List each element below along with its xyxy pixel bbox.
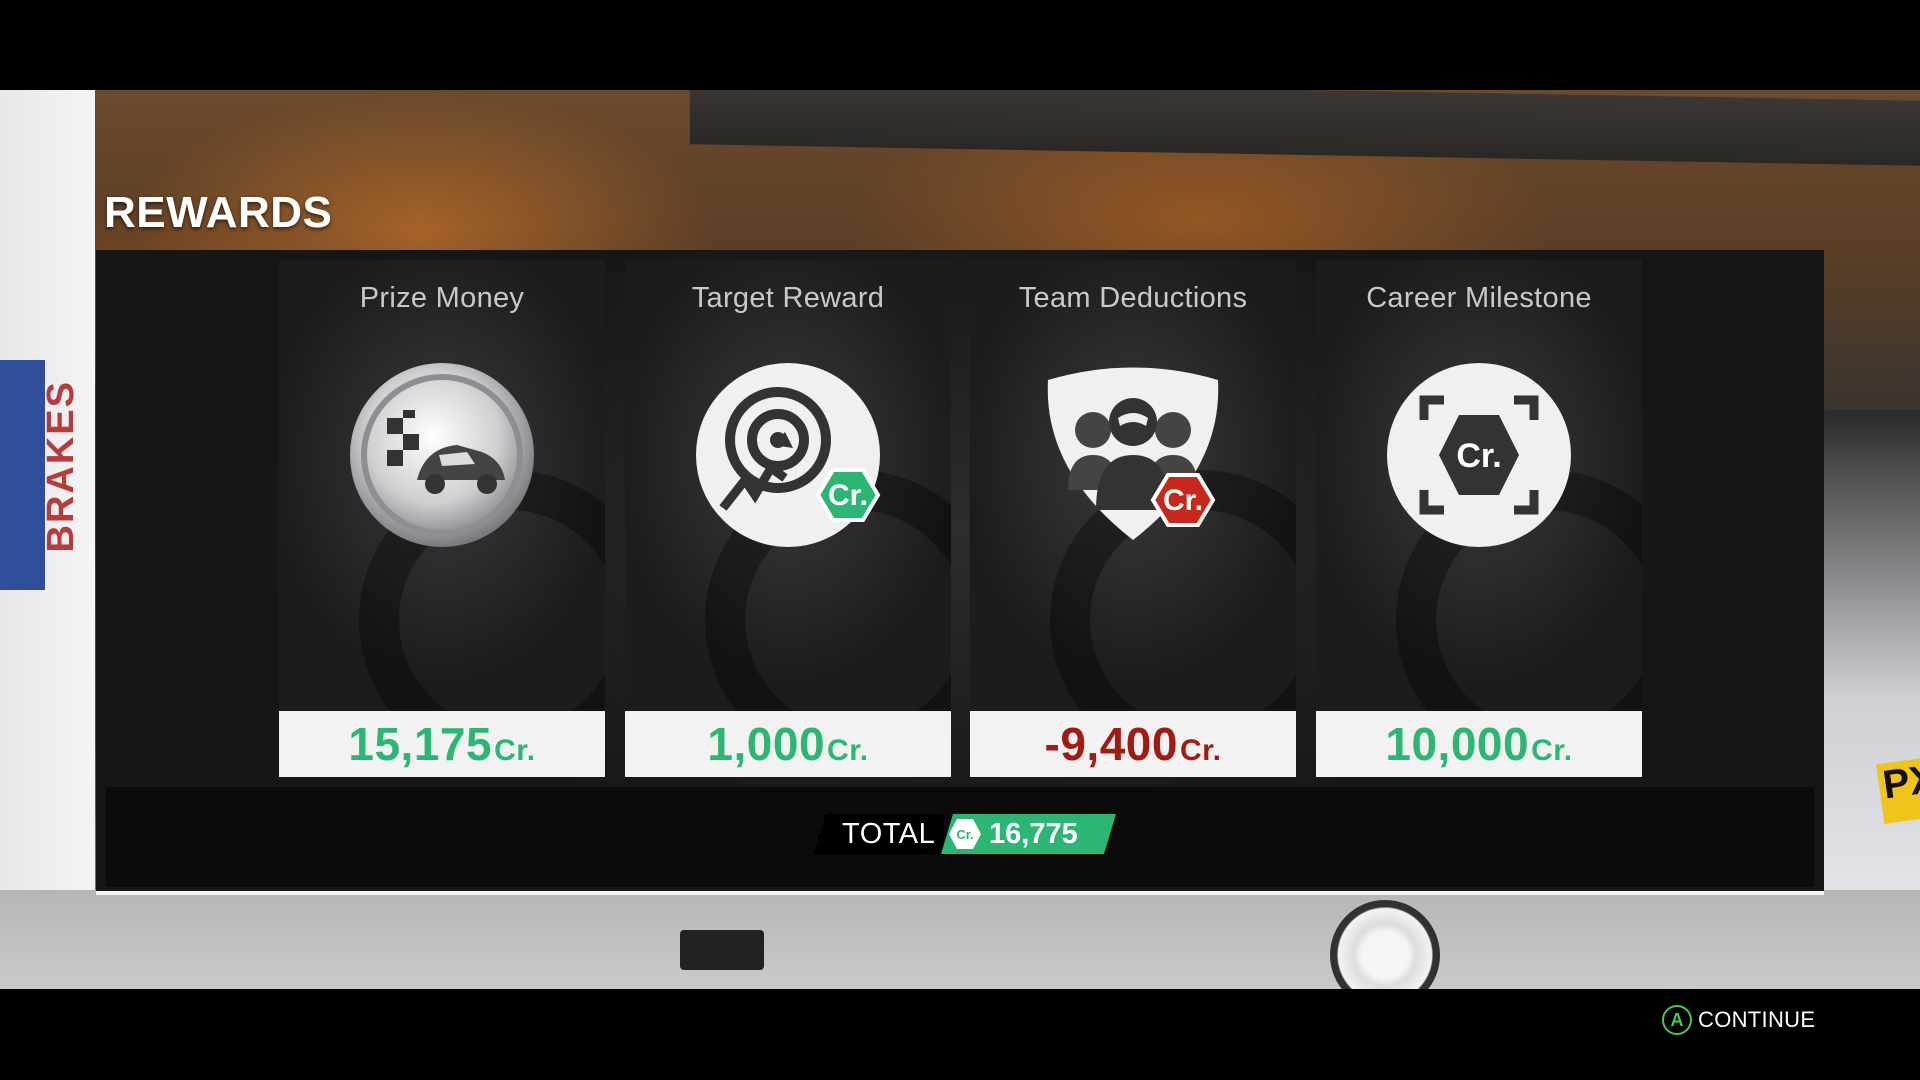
reward-card-target-reward: Target Reward Cr. 1,000Cr. bbox=[625, 260, 951, 777]
reward-label: Prize Money bbox=[359, 282, 525, 314]
canopy bbox=[690, 90, 1920, 166]
reward-value-box: -9,400Cr. bbox=[970, 711, 1296, 777]
reward-label: Team Deductions bbox=[1018, 282, 1248, 314]
total-bar: TOTAL Cr. 16,775 bbox=[106, 787, 1814, 887]
banner-logo bbox=[0, 360, 45, 590]
total-label: TOTAL bbox=[842, 818, 936, 850]
svg-text:Cr.: Cr. bbox=[956, 827, 973, 842]
bollard bbox=[680, 930, 764, 970]
credits-badge-icon: Cr. bbox=[949, 819, 981, 849]
target-reward-icon: Cr. bbox=[696, 363, 881, 547]
reward-label: Career Milestone bbox=[1366, 282, 1592, 314]
letterbox-top bbox=[0, 0, 1920, 90]
reward-card-career-milestone: Career Milestone Cr. 10,000Cr. bbox=[1316, 260, 1642, 777]
reward-value: 10,000Cr. bbox=[1385, 718, 1573, 770]
a-button-icon: A bbox=[1662, 1005, 1692, 1035]
reward-value: -9,400Cr. bbox=[1044, 718, 1222, 770]
svg-text:Cr.: Cr. bbox=[1163, 484, 1203, 517]
prize-money-icon bbox=[350, 363, 534, 547]
reward-label: Target Reward bbox=[691, 282, 885, 314]
svg-text:Cr.: Cr. bbox=[1456, 437, 1501, 475]
total-value: 16,775 bbox=[989, 818, 1078, 850]
rewards-panel: Prize Money 15,175Cr. Target Reward Cr. … bbox=[96, 250, 1824, 895]
reward-value: 15,175Cr. bbox=[348, 718, 536, 770]
team-deductions-icon: Cr. bbox=[1047, 367, 1219, 540]
license-plate: PX bbox=[1876, 756, 1920, 824]
reward-value-box: 10,000Cr. bbox=[1316, 711, 1642, 777]
reward-value-box: 15,175Cr. bbox=[279, 711, 605, 777]
career-milestone-icon: Cr. bbox=[1387, 363, 1571, 547]
reward-value-box: 1,000Cr. bbox=[625, 711, 951, 777]
page-title: REWARDS bbox=[104, 188, 333, 237]
letterbox-bottom bbox=[0, 989, 1920, 1080]
svg-text:Cr.: Cr. bbox=[828, 479, 868, 512]
reward-card-team-deductions: Team Deductions Cr. -9,400Cr. bbox=[970, 260, 1296, 777]
reward-value: 1,000Cr. bbox=[707, 718, 869, 770]
ground bbox=[0, 890, 1920, 989]
banner-text: BRAKES bbox=[40, 380, 82, 553]
continue-button[interactable]: A CONTINUE bbox=[1662, 1005, 1815, 1035]
reward-card-prize-money: Prize Money 15,175Cr. bbox=[279, 260, 605, 777]
continue-label: CONTINUE bbox=[1698, 1007, 1816, 1032]
